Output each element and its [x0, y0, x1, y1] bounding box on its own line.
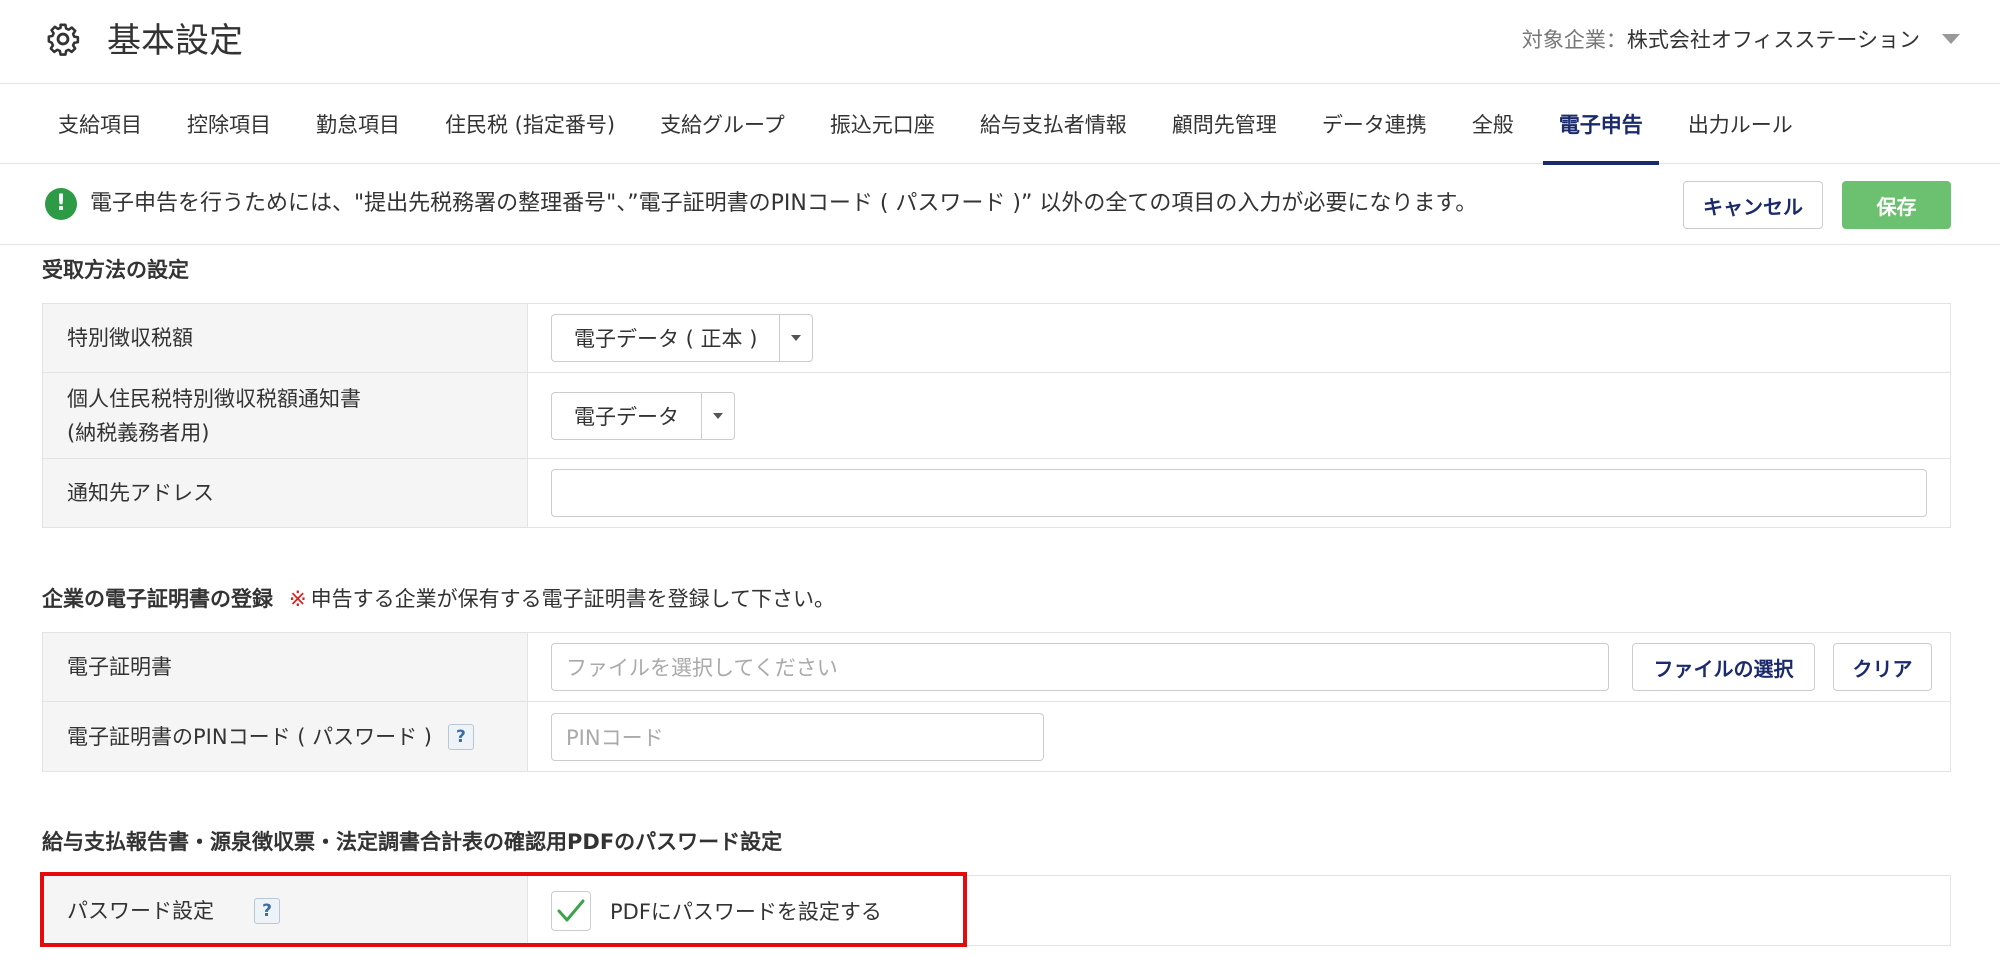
tab-label: 住民税 (指定番号) [445, 113, 616, 137]
section-title-cert: 企業の電子証明書の登録 ※ 申告する企業が保有する電子証明書を登録して下さい。 [42, 583, 835, 613]
receipt-form: 特別徴収税額 電子データ ( 正本 ) 個人住民税特別徴収税額通知書 (納税義務… [42, 303, 1951, 528]
section-title-receipt: 受取方法の設定 [42, 258, 189, 282]
note-mark: ※ [289, 587, 307, 611]
checkmark-icon [557, 899, 585, 921]
page-title: 基本設定 [107, 21, 243, 61]
pdf-form: パスワード設定 ? PDFにパスワードを設定する [42, 875, 1951, 946]
row-value: ファイルを選択してください ファイルの選択 クリア [528, 633, 1950, 701]
tab-shutsuryoku-rule[interactable]: 出力ルール [1672, 84, 1809, 164]
select-value: 電子データ ( 正本 ) [574, 327, 758, 351]
tab-label: データ連携 [1321, 113, 1427, 137]
row-value [528, 459, 1950, 527]
select-value: 電子データ [574, 404, 679, 429]
company-name: 株式会社オフィスステーション [1626, 28, 1920, 52]
tab-data-renkei[interactable]: データ連携 [1306, 84, 1443, 164]
tab-label: 顧問先管理 [1171, 113, 1277, 137]
row-label: パスワード設定 ? [43, 876, 528, 945]
tab-label: 勤怠項目 [316, 113, 400, 137]
row-cert: 電子証明書 ファイルを選択してください ファイルの選択 クリア [43, 633, 1950, 702]
save-button[interactable]: 保存 [1842, 181, 1951, 229]
pin-code-input[interactable]: PINコード [551, 712, 1044, 761]
tab-label: 支給項目 [58, 113, 142, 137]
tab-label: 電子申告 [1558, 113, 1643, 137]
checkbox-label[interactable]: PDFにパスワードを設定する [610, 896, 882, 926]
row-value: PINコード [528, 702, 1950, 771]
row-value: 電子データ ( 正本 ) [528, 304, 1950, 372]
row-value: 電子データ [528, 373, 1950, 458]
caret-down-icon[interactable] [701, 392, 734, 439]
tab-label: 支給グループ [660, 113, 785, 137]
file-select-button[interactable]: ファイルの選択 [1632, 643, 1815, 691]
company-selector[interactable]: 対象企業： 株式会社オフィスステーション [1522, 24, 1960, 54]
section-title-text: 企業の電子証明書の登録 [42, 587, 273, 611]
cert-form: 電子証明書 ファイルを選択してください ファイルの選択 クリア 電子証明書のPI… [42, 632, 1951, 772]
row-value: PDFにパスワードを設定する [528, 876, 1950, 945]
password-label: パスワード設定 [67, 898, 214, 923]
tab-label: 出力ルール [1687, 113, 1793, 137]
exclamation-icon: ! [45, 188, 77, 220]
row-password: パスワード設定 ? PDFにパスワードを設定する [43, 876, 1950, 945]
caret-down-icon[interactable] [1942, 34, 1960, 44]
page-header: 基本設定 対象企業： 株式会社オフィスステーション [0, 0, 2000, 84]
tab-shikyu-group[interactable]: 支給グループ [644, 84, 801, 164]
row-label: 個人住民税特別徴収税額通知書 (納税義務者用) [43, 373, 528, 458]
clear-button[interactable]: クリア [1833, 643, 1932, 691]
special-tax-select[interactable]: 電子データ ( 正本 ) [551, 314, 814, 362]
help-icon[interactable]: ? [447, 723, 474, 750]
section-title-pdf: 給与支払報告書・源泉徴収票・法定調書合計表の確認用PDFのパスワード設定 [42, 830, 783, 854]
tab-zenpan[interactable]: 全般 [1456, 84, 1530, 164]
settings-tabs: 支給項目 控除項目 勤怠項目 住民税 (指定番号) 支給グループ 振込元口座 給… [0, 84, 2000, 165]
cancel-button[interactable]: キャンセル [1683, 181, 1823, 229]
tab-shikyu-koumoku[interactable]: 支給項目 [42, 84, 158, 164]
notice-bar: ! 電子申告を行うためには、"提出先税務署の整理番号"、”電子証明書のPINコー… [0, 165, 2000, 245]
row-label-line2: (納税義務者用) [67, 420, 210, 445]
tab-kintai-koumoku[interactable]: 勤怠項目 [300, 84, 416, 164]
row-pin: 電子証明書のPINコード ( パスワード ) ? PINコード [43, 702, 1950, 771]
tab-juuminzei[interactable]: 住民税 (指定番号) [429, 84, 631, 164]
row-address: 通知先アドレス [43, 459, 1950, 527]
cert-file-input[interactable]: ファイルを選択してください [551, 643, 1609, 691]
tab-denshi-shinkoku[interactable]: 電子申告 [1542, 84, 1659, 165]
row-label: 通知先アドレス [43, 459, 528, 527]
notice-text: 電子申告を行うためには、"提出先税務署の整理番号"、”電子証明書のPINコード … [90, 191, 1478, 216]
row-label: 電子証明書のPINコード ( パスワード ) ? [43, 702, 528, 771]
row-special-tax: 特別徴収税額 電子データ ( 正本 ) [43, 304, 1950, 373]
tab-label: 振込元口座 [829, 113, 935, 137]
gear-icon [47, 23, 80, 56]
tab-label: 全般 [1471, 113, 1514, 137]
note-text: 申告する企業が保有する電子証明書を登録して下さい。 [310, 587, 835, 611]
company-label: 対象企業： [1521, 28, 1627, 52]
tab-label: 控除項目 [187, 113, 271, 137]
notice-address-input[interactable] [551, 469, 1927, 517]
row-notice-doc: 個人住民税特別徴収税額通知書 (納税義務者用) 電子データ [43, 373, 1950, 459]
caret-down-icon[interactable] [779, 315, 812, 361]
row-label: 特別徴収税額 [43, 304, 528, 372]
notice-doc-select[interactable]: 電子データ [551, 391, 735, 440]
help-icon[interactable]: ? [254, 897, 280, 924]
pdf-password-checkbox[interactable] [551, 890, 591, 931]
pin-label: 電子証明書のPINコード ( パスワード ) [67, 724, 432, 749]
row-label-line1: 個人住民税特別徴収税額通知書 [67, 386, 361, 411]
tab-koujo-koumoku[interactable]: 控除項目 [171, 84, 287, 164]
tab-furikomi-kouza[interactable]: 振込元口座 [814, 84, 951, 164]
tab-komonsaki[interactable]: 顧問先管理 [1156, 84, 1293, 164]
tab-kyuyo-shiharaisha[interactable]: 給与支払者情報 [964, 84, 1143, 164]
row-label: 電子証明書 [43, 633, 528, 701]
tab-label: 給与支払者情報 [979, 113, 1127, 137]
section-note: ※ 申告する企業が保有する電子証明書を登録して下さい。 [289, 587, 835, 611]
